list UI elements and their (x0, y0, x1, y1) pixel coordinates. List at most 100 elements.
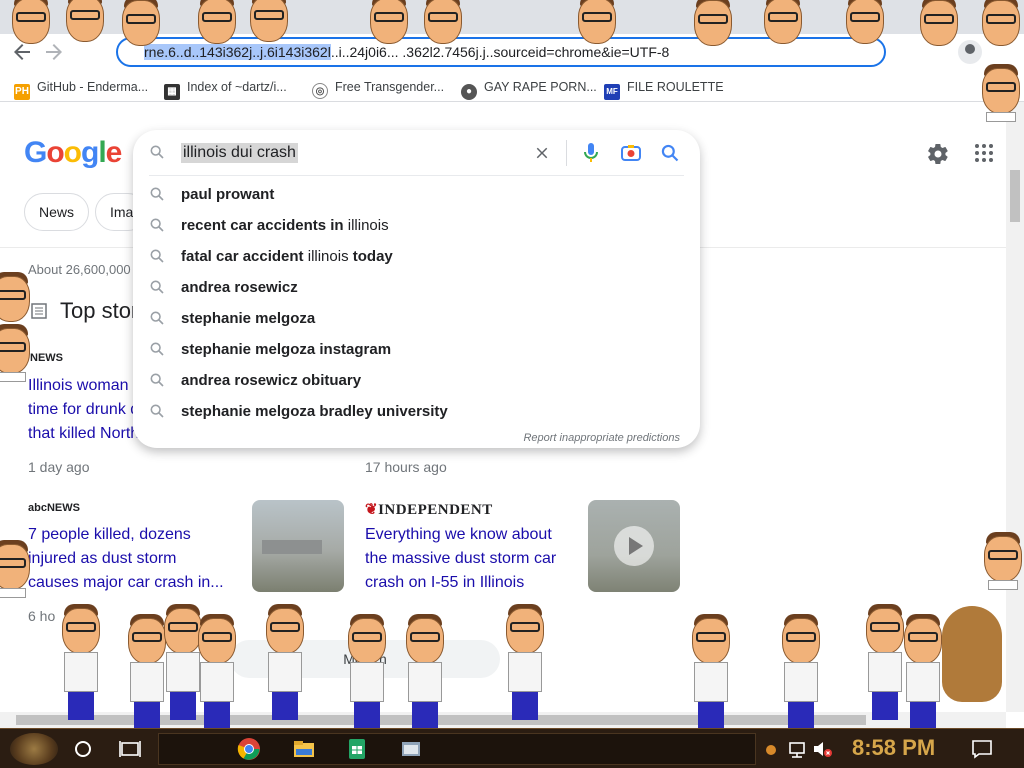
story-title-link[interactable]: Illinois woman time for drunk d that kil… (28, 374, 139, 446)
tab-strip (0, 0, 1024, 34)
suggestion-bold: stephanie melgoza bradley university (181, 403, 448, 420)
cartoon-head-overlay (0, 270, 34, 330)
story-time: 17 hours ago (365, 459, 447, 475)
story-source-label: INDEPENDENT (378, 502, 493, 518)
bookmark-github[interactable]: PH GitHub - Enderma... (14, 78, 148, 100)
search-icon (150, 373, 164, 387)
suggestion-text: fatal car accident illinois today (181, 248, 393, 265)
bookmark-file-roulette[interactable]: MF FILE ROULETTE (604, 78, 724, 100)
notifications-icon[interactable] (970, 737, 994, 761)
sheets-icon[interactable] (345, 737, 369, 761)
suggestion-item[interactable]: stephanie melgoza (133, 304, 700, 335)
ph-icon: PH (14, 84, 30, 100)
suggestion-bold: fatal car accident (181, 248, 304, 265)
search-submit-icon[interactable] (660, 143, 680, 163)
suggestion-bold: today (352, 248, 393, 265)
clear-icon[interactable] (533, 144, 551, 162)
bookmark-gay[interactable]: ● GAY RAPE PORN... (461, 78, 597, 100)
task-view-icon[interactable] (118, 737, 142, 761)
bookmark-index[interactable]: ▦ Index of ~dartz/i... (164, 78, 287, 100)
search-icon (150, 280, 164, 294)
divider (149, 175, 684, 176)
tray-overflow-icon[interactable] (766, 745, 776, 755)
camera-lens-icon[interactable] (620, 142, 642, 164)
search-icon (150, 311, 164, 325)
microphone-icon[interactable] (582, 141, 600, 165)
story-thumbnail[interactable] (252, 500, 344, 592)
logo-letter: G (24, 136, 47, 169)
forward-button[interactable] (42, 40, 66, 64)
taskbar-clock[interactable]: 8:58 PM (852, 735, 935, 761)
title-line: causes major car crash in... (28, 574, 224, 591)
globe-icon: ● (461, 84, 477, 100)
cartoon-figure-overlay (862, 602, 908, 722)
report-predictions-link[interactable]: Report inappropriate predictions (523, 432, 680, 444)
network-icon[interactable] (786, 737, 810, 761)
logo-letter: o (63, 136, 82, 169)
search-icon (150, 249, 164, 263)
apps-button[interactable] (974, 143, 994, 163)
globe-icon: ◎ (312, 83, 328, 99)
suggestion-bold: recent car accidents in (181, 217, 344, 234)
start-button[interactable] (10, 733, 58, 765)
suggestion-item[interactable]: fatal car accident illinois today (133, 242, 700, 273)
search-icon (150, 342, 164, 356)
suggestion-item[interactable]: andrea rosewicz obituary (133, 366, 700, 397)
browser-toolbar: rne.6..d..143i362j..j.6i143i362l..i..24j… (0, 34, 1024, 70)
suggestion-text: andrea rosewicz (181, 279, 298, 296)
suggestion-bold: stephanie melgoza (181, 310, 316, 327)
more-news-button[interactable]: More n (230, 640, 500, 678)
url-text: rne.6..d..143i362j..j.6i143i362l..i..24j… (144, 44, 669, 60)
search-icon (150, 145, 164, 159)
independent-eagle-icon: ❦ (365, 502, 379, 518)
story-title-link[interactable]: 7 people killed, dozens injured as dust … (28, 523, 224, 595)
top-stories-heading: Top stor (60, 298, 139, 323)
story-title-link[interactable]: Everything we know about the massive dus… (365, 523, 556, 595)
story-time: 6 ho (28, 608, 56, 624)
suggestion-item[interactable]: stephanie melgoza bradley university (133, 397, 700, 428)
logo-letter: o (46, 136, 64, 169)
story-time: 1 day ago (28, 459, 90, 475)
cartoon-figure-overlay (160, 602, 206, 722)
settings-button[interactable] (926, 142, 950, 166)
volume-muted-icon[interactable] (810, 737, 834, 761)
vertical-scroll-thumb[interactable] (1010, 170, 1020, 222)
apps-grid-icon (975, 144, 993, 162)
chip-news[interactable]: News (24, 193, 90, 231)
suggestion-bold: andrea rosewicz (181, 279, 298, 296)
search-icon (150, 187, 164, 201)
suggestion-item[interactable]: recent car accidents in illinois (133, 211, 700, 242)
google-logo[interactable]: Google (24, 136, 123, 170)
suggestion-item[interactable]: andrea rosewicz (133, 273, 700, 304)
search-input[interactable]: illinois dui crash (181, 143, 298, 163)
title-line: time for drunk d (28, 401, 140, 418)
suggestion-bold: stephanie melgoza instagram (181, 341, 392, 358)
url-rest: ..i..24j0i6... .362l2.7456j.j..sourceid=… (330, 44, 670, 60)
profile-button[interactable] (958, 40, 982, 64)
story-source: NEWS (30, 352, 63, 364)
address-bar[interactable]: rne.6..d..143i362j..j.6i143i362l..i..24j… (116, 37, 886, 67)
title-line: Illinois woman (28, 377, 129, 394)
suggestion-text: paul prowant (181, 186, 274, 203)
suggestion-text: stephanie melgoza (181, 310, 315, 327)
search-icon (150, 404, 164, 418)
bookmark-free[interactable]: ◎ Free Transgender... (312, 78, 444, 99)
play-icon (614, 526, 654, 566)
suggestion-rest: illinois (343, 217, 389, 234)
file-explorer-icon[interactable] (292, 737, 316, 761)
back-button[interactable] (10, 40, 34, 64)
window-app-icon[interactable] (399, 737, 423, 761)
suggestion-bold: andrea rosewicz obituary (181, 372, 362, 389)
cortana-circle-icon[interactable] (71, 737, 95, 761)
horizontal-scroll-thumb[interactable] (16, 715, 866, 725)
suggestion-item[interactable]: stephanie melgoza instagram (133, 335, 700, 366)
logo-letter: l (98, 136, 106, 169)
story-video-thumbnail[interactable] (588, 500, 680, 592)
chrome-icon[interactable] (237, 737, 261, 761)
logo-letter: e (105, 136, 123, 169)
taskbar: 8:58 PM (0, 728, 1024, 768)
arrow-left-icon (14, 44, 30, 60)
suggestion-item[interactable]: paul prowant (133, 180, 700, 211)
logo-letter: g (81, 136, 99, 169)
suggestion-rest: illinois (303, 248, 353, 265)
